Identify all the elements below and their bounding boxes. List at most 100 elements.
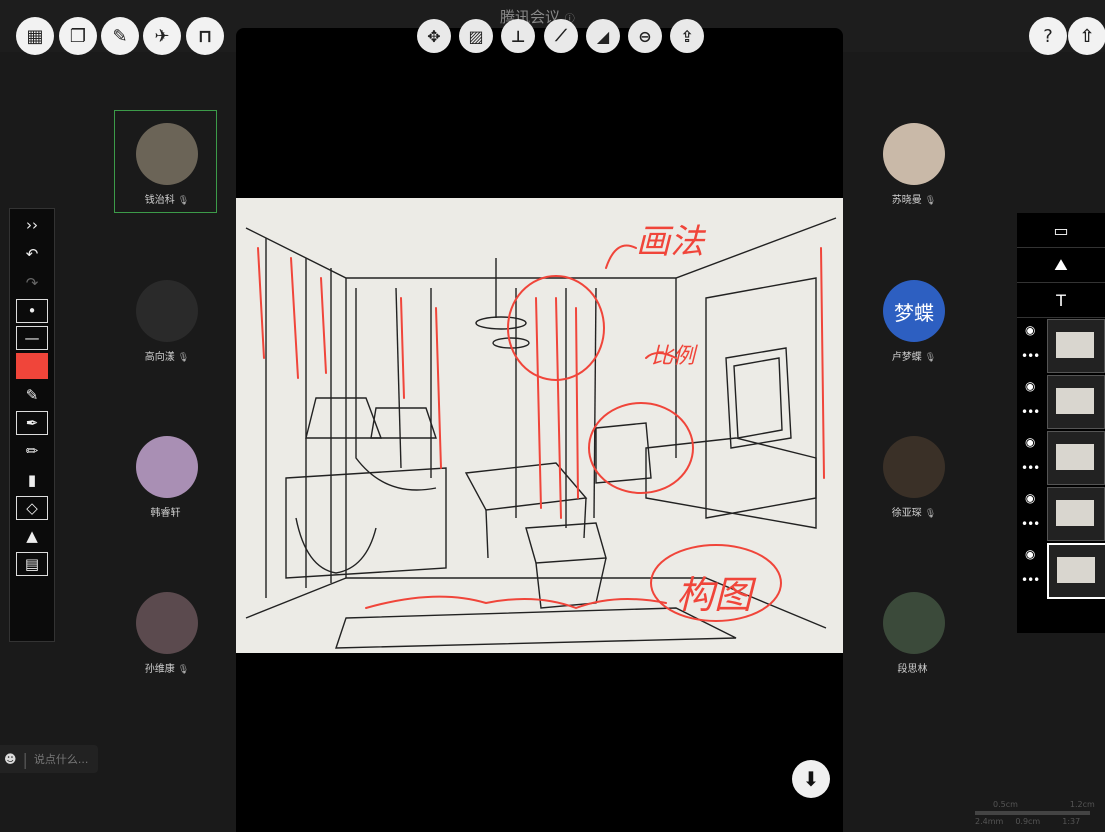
hatch-icon: ▨ bbox=[468, 26, 484, 46]
participant-tile[interactable]: 徐亚琛 🎙 bbox=[862, 436, 966, 519]
share-button[interactable]: ⇧ bbox=[1068, 17, 1105, 55]
more-icon[interactable]: ••• bbox=[1021, 405, 1040, 419]
more-icon[interactable]: ••• bbox=[1021, 573, 1040, 587]
eye-icon[interactable]: ◉ bbox=[1025, 323, 1035, 337]
mic-icon: 🎙 bbox=[177, 353, 190, 363]
hatch-tool[interactable]: ▨ bbox=[459, 19, 493, 53]
chat-bar[interactable]: ☻ | 说点什么... bbox=[0, 745, 98, 773]
grid-icon: ▦ bbox=[26, 25, 44, 47]
sketch-image: 画法 比例 构图 bbox=[236, 198, 843, 653]
download-icon: ⬇ bbox=[802, 767, 820, 791]
tools-button[interactable]: ✎ bbox=[101, 17, 139, 55]
eye-icon[interactable]: ◉ bbox=[1025, 547, 1035, 561]
grid-button[interactable]: ▦ bbox=[16, 17, 54, 55]
download-button[interactable]: ⬇ bbox=[792, 760, 830, 798]
pencil-icon[interactable]: ✎ bbox=[16, 382, 48, 408]
eye-icon[interactable]: ◉ bbox=[1025, 379, 1035, 393]
pages-panel: ▭ ⛰ T ◉ ••• ◉ ••• ◉ ••• ◉ ••• ◉ ••• bbox=[1017, 213, 1105, 633]
window-button[interactable]: ❐ bbox=[59, 17, 97, 55]
axis-tool[interactable]: ⊥ bbox=[501, 19, 535, 53]
help-button[interactable]: ? bbox=[1029, 17, 1067, 55]
ruler-icon: ⟋ bbox=[555, 26, 567, 45]
drawing-toolbar: ›› ↶ ↷ • — ✎ ✒ ✏ ▮ ◇ ▲ ▤ bbox=[9, 208, 55, 642]
participant-name: 卢梦蝶 🎙 bbox=[891, 352, 937, 363]
page-thumb[interactable]: ◉ ••• bbox=[1017, 427, 1105, 485]
marker-icon[interactable]: ▮ bbox=[16, 467, 48, 493]
line-width-button[interactable]: — bbox=[16, 326, 48, 350]
annotation-2: 比例 bbox=[651, 343, 698, 368]
eye-icon[interactable]: ◉ bbox=[1025, 491, 1035, 505]
mic-icon: 🎙 bbox=[924, 509, 937, 519]
participant-tile[interactable]: 孙维康 🎙 bbox=[115, 592, 219, 675]
triangle-icon: ◢ bbox=[596, 26, 610, 46]
insert-text-button[interactable]: T bbox=[1017, 283, 1105, 318]
paint-roller-icon[interactable]: ▤ bbox=[16, 552, 48, 576]
interior-sketch: 画法 比例 构图 bbox=[245, 217, 837, 649]
upload-icon: ⇪ bbox=[680, 26, 694, 46]
page-thumb[interactable]: ◉ ••• bbox=[1017, 483, 1105, 541]
scale-bar: 0.5cm 1.2cm 2.4mm 0.9cm 1:37 bbox=[975, 800, 1095, 826]
brush-icon[interactable]: ▲ bbox=[16, 523, 48, 549]
eraser-icon[interactable]: ◇ bbox=[16, 496, 48, 520]
avatar: 梦蝶 bbox=[883, 280, 945, 342]
color-swatch[interactable] bbox=[16, 353, 48, 379]
eye-icon[interactable]: ◉ bbox=[1025, 435, 1035, 449]
new-page-icon: ▭ bbox=[1053, 220, 1069, 240]
satellite-icon: ✈ bbox=[154, 25, 170, 47]
page-thumb[interactable]: ◉ ••• bbox=[1017, 371, 1105, 429]
triangle-tool[interactable]: ◢ bbox=[586, 19, 620, 53]
share-icon: ⇧ bbox=[1079, 25, 1095, 47]
avatar bbox=[136, 280, 198, 342]
avatar bbox=[883, 592, 945, 654]
participant-name: 段思林 bbox=[897, 664, 928, 675]
more-icon[interactable]: ••• bbox=[1021, 461, 1040, 475]
participant-name: 韩睿轩 bbox=[150, 508, 181, 519]
avatar bbox=[883, 436, 945, 498]
text-icon: T bbox=[1056, 290, 1066, 310]
upload-tool[interactable]: ⇪ bbox=[670, 19, 704, 53]
participant-name: 高向漾 🎙 bbox=[144, 352, 190, 363]
avatar bbox=[136, 592, 198, 654]
participant-tile[interactable]: 高向漾 🎙 bbox=[115, 280, 219, 363]
pen-icon[interactable]: ✒ bbox=[16, 411, 48, 435]
participant-tile[interactable]: 段思林 bbox=[862, 592, 966, 675]
participant-tile[interactable]: 钱治科 🎙 bbox=[115, 123, 219, 206]
redo-button[interactable]: ↷ bbox=[16, 270, 48, 296]
fine-pen-icon[interactable]: ✏ bbox=[16, 438, 48, 464]
more-icon[interactable]: ••• bbox=[1021, 517, 1040, 531]
participant-tile[interactable]: 韩睿轩 bbox=[115, 436, 219, 519]
satellite-button[interactable]: ✈ bbox=[143, 17, 181, 55]
new-page-button[interactable]: ▭ bbox=[1017, 213, 1105, 248]
participant-name: 徐亚琛 🎙 bbox=[891, 508, 937, 519]
minus-circle-icon: ⊖ bbox=[638, 26, 652, 46]
emoji-icon[interactable]: ☻ bbox=[4, 752, 17, 766]
expand-button[interactable]: ›› bbox=[16, 212, 48, 238]
page-thumb[interactable]: ◉ ••• bbox=[1017, 315, 1105, 373]
frame-button[interactable]: ⊓ bbox=[186, 17, 224, 55]
move-tool[interactable]: ✥ bbox=[417, 19, 451, 53]
annotation-3: 构图 bbox=[676, 575, 757, 617]
chat-input[interactable]: 说点什么... bbox=[34, 751, 89, 767]
participant-name: 苏晓曼 🎙 bbox=[891, 195, 937, 206]
mic-icon: 🎙 bbox=[924, 196, 937, 206]
mic-icon: 🎙 bbox=[177, 665, 190, 675]
stroke-size-button[interactable]: • bbox=[16, 299, 48, 323]
avatar bbox=[136, 123, 198, 185]
participant-name: 孙维康 🎙 bbox=[144, 664, 190, 675]
participant-name: 钱治科 🎙 bbox=[144, 195, 190, 206]
ruler-tool[interactable]: ⟋ bbox=[544, 19, 578, 53]
window-icon: ❐ bbox=[69, 25, 87, 47]
undo-button[interactable]: ↶ bbox=[16, 241, 48, 267]
move-icon: ✥ bbox=[427, 26, 441, 46]
participant-tile[interactable]: 苏晓曼 🎙 bbox=[862, 123, 966, 206]
minus-tool[interactable]: ⊖ bbox=[628, 19, 662, 53]
wrench-icon: ✎ bbox=[112, 25, 128, 47]
axis-icon: ⊥ bbox=[510, 26, 526, 46]
insert-image-button[interactable]: ⛰ bbox=[1017, 248, 1105, 283]
page-thumb[interactable]: ◉ ••• bbox=[1017, 539, 1105, 599]
avatar bbox=[136, 436, 198, 498]
mic-icon: 🎙 bbox=[924, 353, 937, 363]
avatar bbox=[883, 123, 945, 185]
more-icon[interactable]: ••• bbox=[1021, 349, 1040, 363]
participant-tile[interactable]: 梦蝶 卢梦蝶 🎙 bbox=[862, 280, 966, 363]
